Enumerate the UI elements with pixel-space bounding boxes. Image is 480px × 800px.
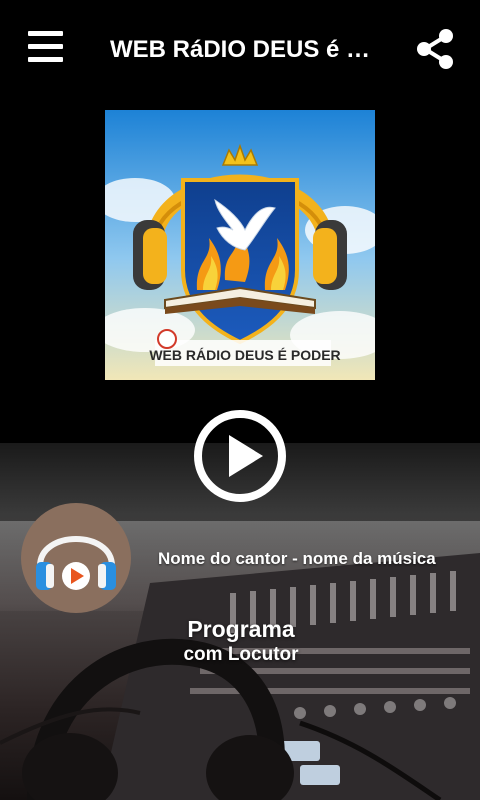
program-title: Programa xyxy=(187,616,295,642)
play-button[interactable] xyxy=(193,409,287,503)
share-icon[interactable] xyxy=(416,28,454,70)
logo-caption: WEB RÁDIO DEUS É PODER xyxy=(149,347,340,363)
now-playing-track: Nome do cantor - nome da música xyxy=(158,549,436,568)
station-logo: WEB RÁDIO DEUS É PODER xyxy=(105,110,375,380)
program-host: com Locutor xyxy=(183,644,299,665)
track-cover-avatar xyxy=(20,502,132,614)
top-bar: WEB RáDIO DEUS é … xyxy=(0,0,480,96)
program-info: Programa com Locutor xyxy=(120,615,362,667)
app-title: WEB RáDIO DEUS é … xyxy=(110,36,371,63)
play-icon xyxy=(194,410,286,502)
hamburger-menu-icon[interactable] xyxy=(28,31,64,63)
